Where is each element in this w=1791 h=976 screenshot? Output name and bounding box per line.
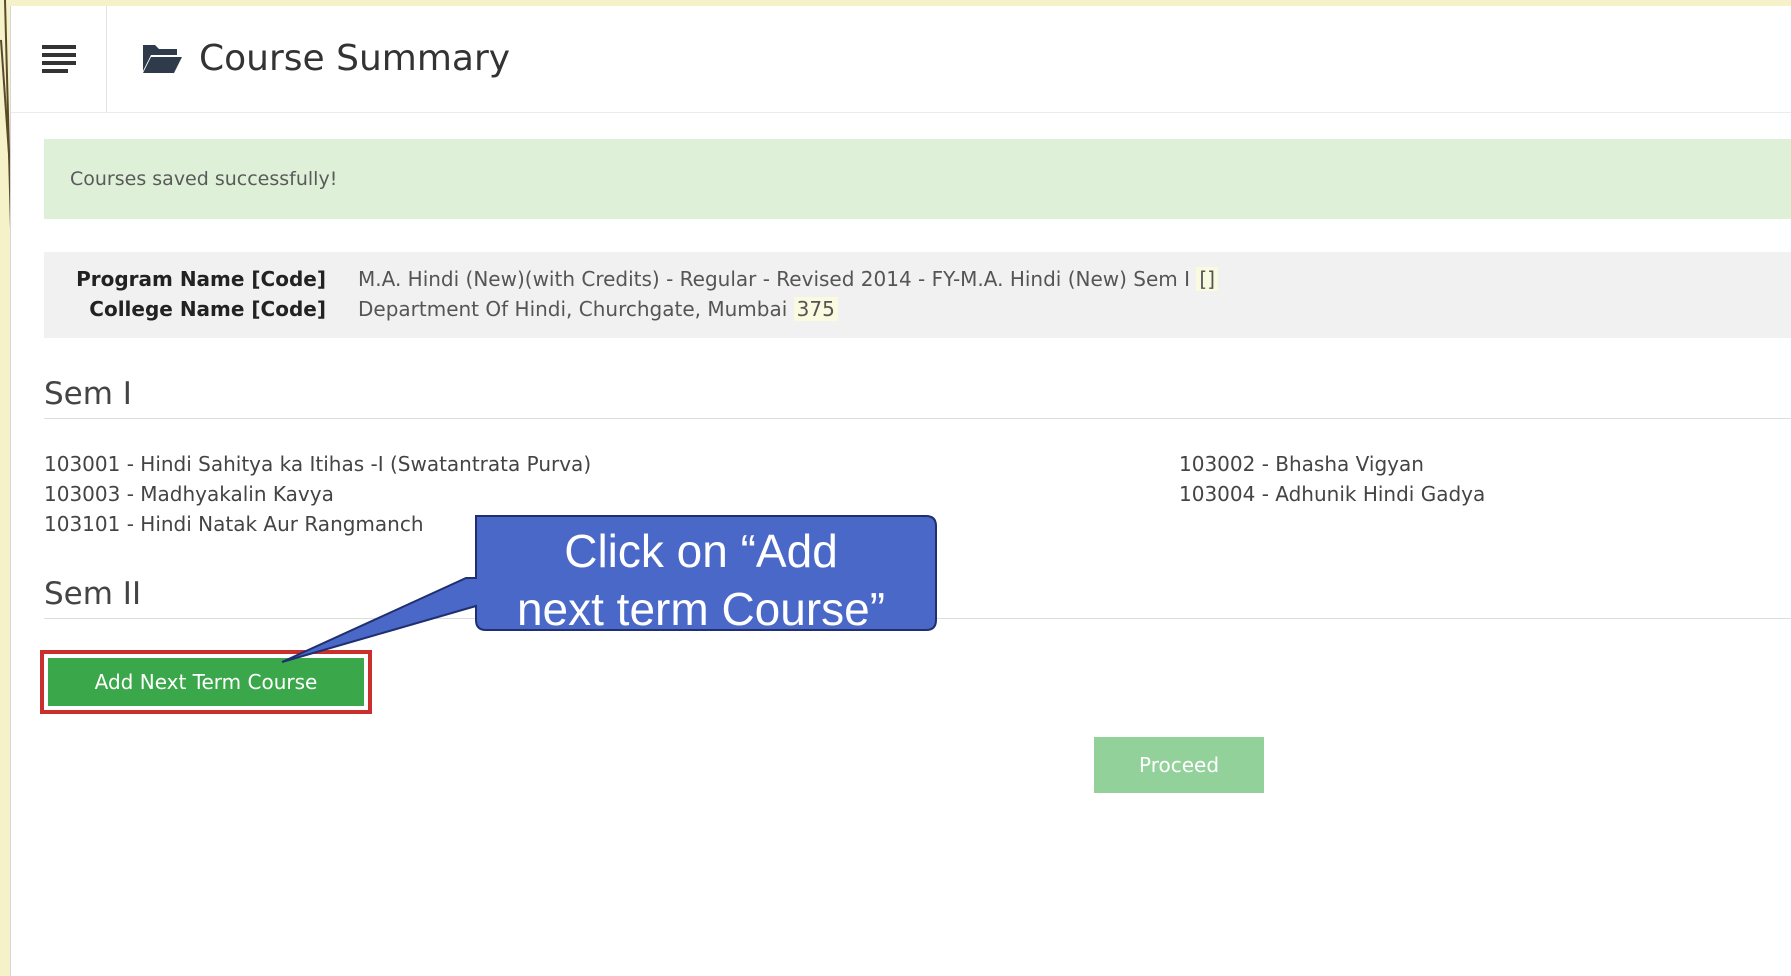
sem-heading: Sem I	[44, 376, 1791, 419]
college-row: College Name [Code] Department Of Hindi,…	[44, 294, 838, 324]
callout-line-1: Click on “Add	[564, 525, 838, 577]
main-panel: Course Summary Courses saved successfull…	[10, 6, 1791, 976]
course-item: 103101 - Hindi Natak Aur Rangmanch	[44, 512, 424, 536]
course-item: 103001 - Hindi Sahitya ka Itihas -I (Swa…	[44, 452, 592, 476]
success-alert: Courses saved successfully!	[44, 139, 1791, 219]
program-label: Program Name [Code]	[76, 267, 326, 291]
college-name: Department Of Hindi, Churchgate, Mumbai	[358, 297, 788, 321]
program-row: Program Name [Code] M.A. Hindi (New)(wit…	[44, 264, 1218, 294]
callout-line-2: next term Course”	[516, 583, 886, 635]
course-item: 103003 - Madhyakalin Kavya	[44, 482, 334, 506]
course-item: 103004 - Adhunik Hindi Gadya	[1179, 482, 1486, 506]
menu-toggle-button[interactable]	[11, 6, 107, 112]
course-item: 103002 - Bhasha Vigyan	[1179, 452, 1424, 476]
top-bar: Course Summary	[11, 6, 1791, 113]
college-label: College Name [Code]	[89, 297, 326, 321]
college-code: 375	[793, 297, 838, 321]
college-value: Department Of Hindi, Churchgate, Mumbai …	[358, 297, 838, 321]
program-code: []	[1196, 267, 1218, 291]
folder-open-icon	[143, 45, 182, 73]
program-info-box: Program Name [Code] M.A. Hindi (New)(wit…	[44, 252, 1791, 338]
hamburger-icon	[41, 41, 76, 77]
callout-text: Click on “Add next term Course”	[468, 522, 934, 638]
program-value: M.A. Hindi (New)(with Credits) - Regular…	[358, 267, 1218, 291]
proceed-button[interactable]: Proceed	[1094, 737, 1264, 793]
page-title: Course Summary	[199, 37, 511, 79]
alert-message: Courses saved successfully!	[70, 168, 338, 190]
program-name: M.A. Hindi (New)(with Credits) - Regular…	[358, 267, 1191, 291]
add-next-term-course-button[interactable]: Add Next Term Course	[48, 658, 364, 706]
page-header: Course Summary	[141, 28, 510, 88]
